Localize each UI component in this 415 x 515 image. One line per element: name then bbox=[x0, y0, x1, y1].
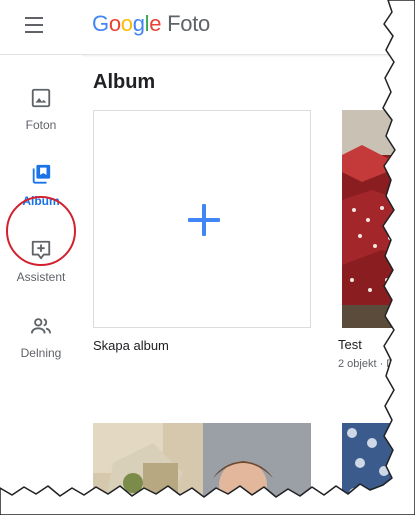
album-cover-image bbox=[93, 423, 311, 515]
sidebar-item-label: Assistent bbox=[16, 270, 66, 284]
logo-letter: g bbox=[132, 11, 145, 36]
red-annotation-circle bbox=[6, 196, 76, 266]
photo-icon bbox=[31, 88, 51, 108]
product-name: Foto bbox=[167, 11, 210, 36]
sharing-icon bbox=[30, 318, 52, 334]
album-meta: 2 objekt · De bbox=[338, 358, 401, 370]
album-cover-test[interactable] bbox=[342, 110, 415, 328]
logo-letter: G bbox=[92, 11, 109, 36]
sidebar-item-label: Foton bbox=[25, 118, 57, 132]
plus-icon bbox=[188, 204, 220, 236]
page-title: Album bbox=[93, 71, 156, 93]
sidebar-item-label: Delning bbox=[20, 346, 62, 360]
logo-letter: o bbox=[108, 11, 121, 36]
create-album-card[interactable] bbox=[93, 110, 311, 328]
screenshot: Google Foto Foton Album Assistent Delnin… bbox=[0, 0, 415, 515]
google-photos-logo[interactable]: Google Foto bbox=[92, 11, 210, 37]
album-title[interactable]: Test bbox=[338, 337, 362, 352]
logo-letter: o bbox=[120, 11, 133, 36]
top-app-bar: Google Foto bbox=[0, 0, 415, 55]
album-cover-photo[interactable] bbox=[93, 423, 311, 515]
album-cover-image bbox=[342, 110, 415, 328]
sidebar-item-delning[interactable]: Delning bbox=[0, 315, 82, 375]
album-cover-photo[interactable] bbox=[342, 423, 415, 515]
hamburger-menu-icon[interactable] bbox=[22, 14, 48, 36]
album-cover-image bbox=[342, 423, 415, 515]
navigation-sidebar: Foton Album Assistent Delning bbox=[0, 55, 82, 515]
create-album-label[interactable]: Skapa album bbox=[93, 338, 169, 353]
logo-letter: e bbox=[149, 11, 162, 36]
sidebar-item-foton[interactable]: Foton bbox=[0, 87, 82, 147]
album-icon bbox=[32, 164, 51, 184]
